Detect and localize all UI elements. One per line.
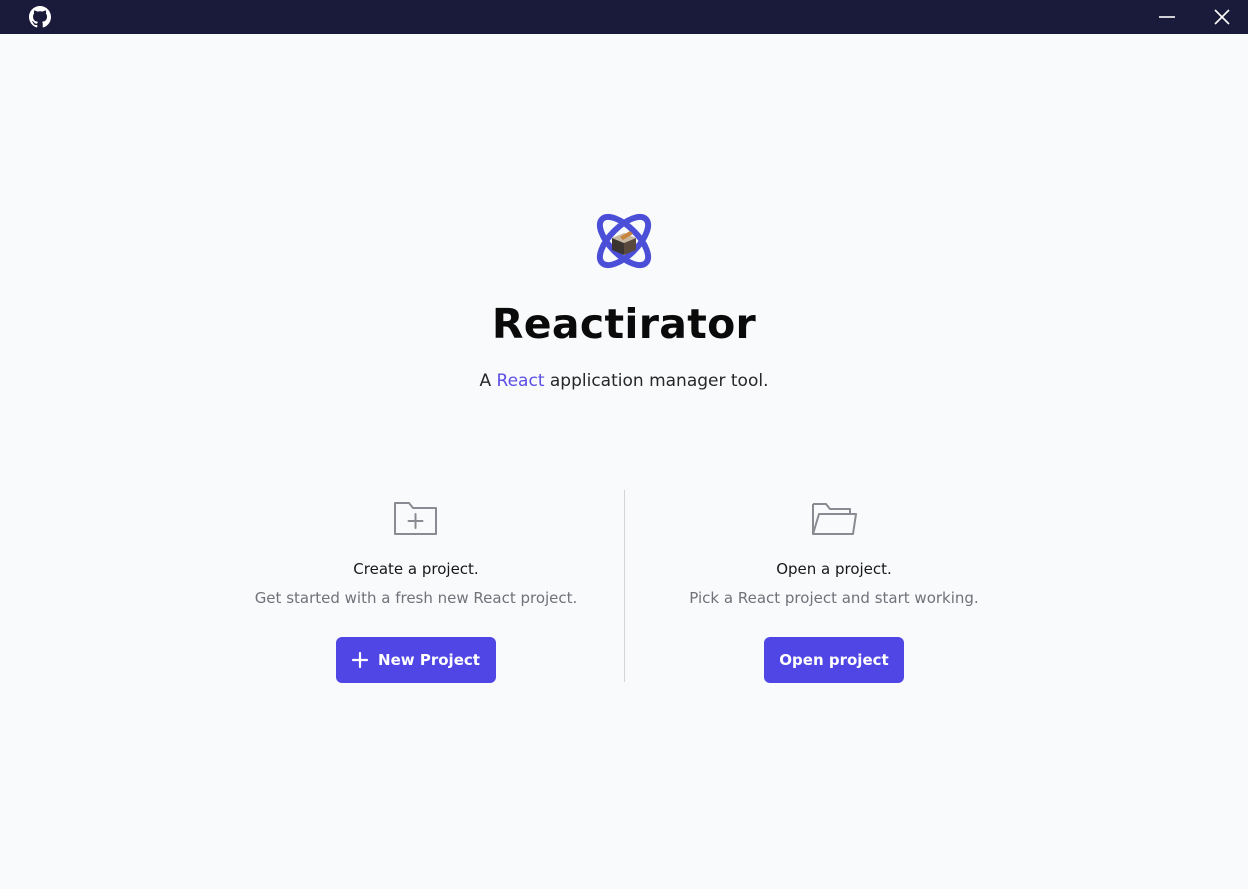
create-project-panel: Create a project. Get started with a fre…: [216, 490, 616, 690]
open-project-button-label: Open project: [779, 651, 889, 669]
minimize-icon[interactable]: [1152, 0, 1182, 34]
open-project-heading: Open a project.: [776, 560, 892, 578]
new-project-button-label: New Project: [378, 651, 480, 669]
open-project-description: Pick a React project and start working.: [689, 589, 979, 607]
plus-icon: [352, 652, 369, 668]
open-project-button[interactable]: Open project: [764, 637, 904, 683]
tagline-suffix: application manager tool.: [544, 371, 769, 391]
tagline-prefix: A: [479, 371, 497, 391]
create-project-description: Get started with a fresh new React proje…: [254, 589, 578, 607]
section-divider: [624, 490, 625, 682]
open-project-panel: Open a project. Pick a React project and…: [634, 490, 1034, 690]
app-title: Reactirator: [491, 300, 757, 348]
github-icon[interactable]: [28, 5, 52, 29]
folder-open-icon: [810, 498, 858, 538]
new-project-button[interactable]: New Project: [336, 637, 496, 683]
tagline-react-highlight: React: [496, 371, 545, 391]
tagline: A React application manager tool.: [0, 369, 1248, 393]
close-icon[interactable]: [1207, 0, 1237, 34]
create-project-heading: Create a project.: [353, 560, 479, 578]
folder-plus-icon: [392, 498, 440, 538]
title-bar: [0, 0, 1248, 34]
atom-box-logo: [590, 207, 658, 275]
